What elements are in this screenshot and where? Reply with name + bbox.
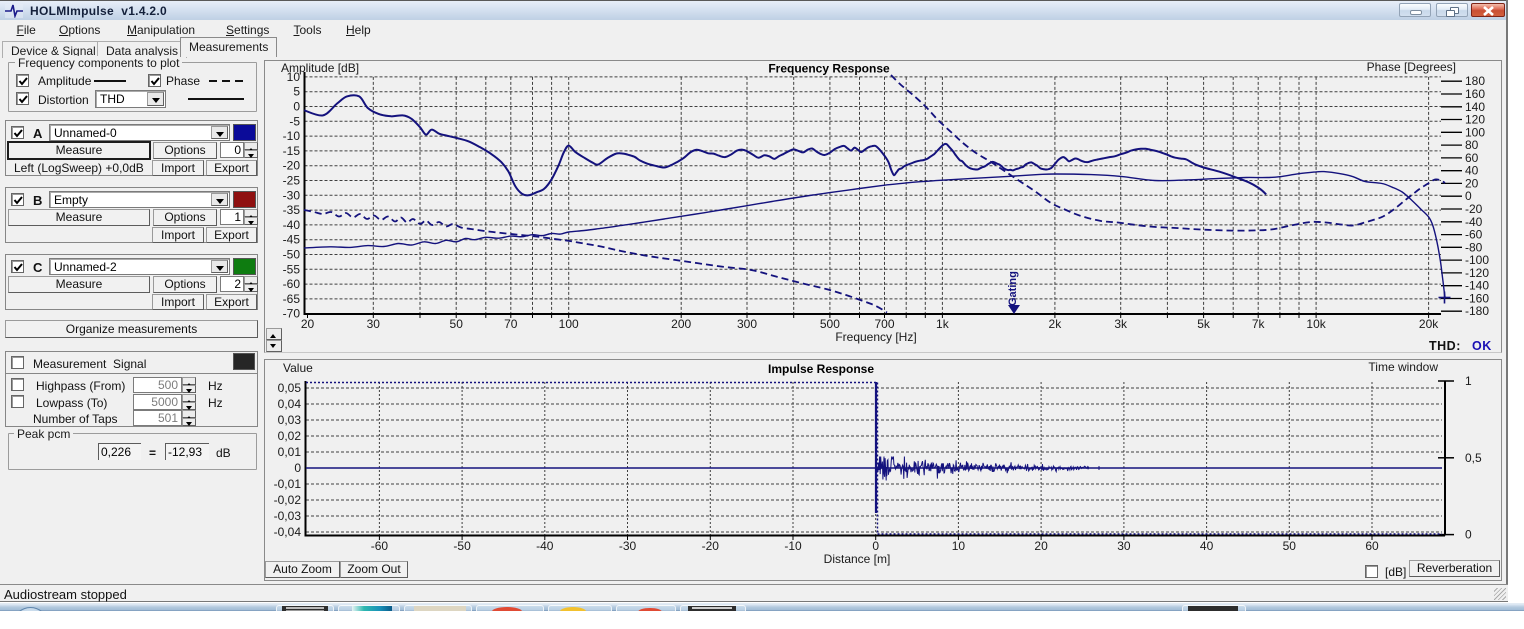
svg-text:200: 200 [671,317,691,331]
svg-text:0,04: 0,04 [278,397,302,411]
svg-text:Amplitude [dB]: Amplitude [dB] [281,61,359,75]
svg-text:-60: -60 [371,539,389,553]
svg-text:-40: -40 [536,539,554,553]
svg-text:40: 40 [1200,539,1214,553]
svg-text:Value: Value [283,361,313,375]
svg-text:1: 1 [1465,374,1472,388]
svg-text:10: 10 [952,539,966,553]
svg-text:300: 300 [737,317,757,331]
svg-text:-5: -5 [289,114,300,128]
svg-text:-15: -15 [283,143,301,157]
svg-text:0,05: 0,05 [278,381,302,395]
svg-text:Gating: Gating [1007,271,1019,306]
svg-text:-55: -55 [283,262,301,276]
svg-text:-20: -20 [283,158,301,172]
svg-text:-10: -10 [784,539,802,553]
svg-text:50: 50 [450,317,464,331]
svg-text:Frequency [Hz]: Frequency [Hz] [835,330,916,344]
svg-text:70: 70 [504,317,518,331]
svg-text:0: 0 [872,539,879,553]
svg-text:-35: -35 [283,203,301,217]
svg-text:20: 20 [301,317,315,331]
svg-text:60: 60 [1365,539,1379,553]
svg-text:-65: -65 [283,291,301,305]
svg-text:Frequency Response: Frequency Response [768,61,890,75]
svg-text:0,01: 0,01 [278,445,302,459]
svg-text:-0,04: -0,04 [274,525,302,539]
svg-text:-20: -20 [702,539,720,553]
svg-text:500: 500 [820,317,840,331]
svg-text:-40: -40 [283,217,301,231]
svg-text:0,02: 0,02 [278,429,302,443]
svg-text:700: 700 [874,317,894,331]
svg-text:Impulse Response: Impulse Response [768,362,874,376]
svg-text:-0,01: -0,01 [274,477,302,491]
svg-text:100: 100 [559,317,579,331]
svg-text:-180: -180 [1465,304,1489,318]
svg-text:-70: -70 [283,306,301,320]
svg-text:-30: -30 [619,539,637,553]
svg-text:-30: -30 [283,188,301,202]
svg-text:3k: 3k [1114,317,1128,331]
svg-text:10k: 10k [1306,317,1326,331]
svg-text:5: 5 [293,84,300,98]
svg-text:Phase [Degrees]: Phase [Degrees] [1367,61,1456,74]
svg-text:Distance [m]: Distance [m] [824,552,891,566]
svg-text:-0,02: -0,02 [274,493,302,507]
svg-text:0,03: 0,03 [278,413,302,427]
svg-text:5k: 5k [1197,317,1211,331]
svg-text:-60: -60 [283,277,301,291]
svg-text:-50: -50 [283,247,301,261]
svg-text:2k: 2k [1049,317,1063,331]
svg-text:20: 20 [1034,539,1048,553]
svg-text:-10: -10 [283,129,301,143]
svg-text:1k: 1k [936,317,950,331]
svg-text:20k: 20k [1419,317,1439,331]
svg-text:-0,03: -0,03 [274,509,302,523]
svg-text:-25: -25 [283,173,301,187]
svg-text:-50: -50 [453,539,471,553]
svg-text:30: 30 [367,317,381,331]
svg-text:7k: 7k [1252,317,1266,331]
svg-text:0: 0 [1465,527,1472,541]
svg-text:0: 0 [294,461,301,475]
svg-text:0: 0 [293,99,300,113]
svg-text:30: 30 [1117,539,1131,553]
svg-text:Time window: Time window [1368,360,1438,374]
svg-text:0,5: 0,5 [1465,450,1482,464]
svg-text:-45: -45 [283,232,301,246]
svg-text:50: 50 [1283,539,1297,553]
